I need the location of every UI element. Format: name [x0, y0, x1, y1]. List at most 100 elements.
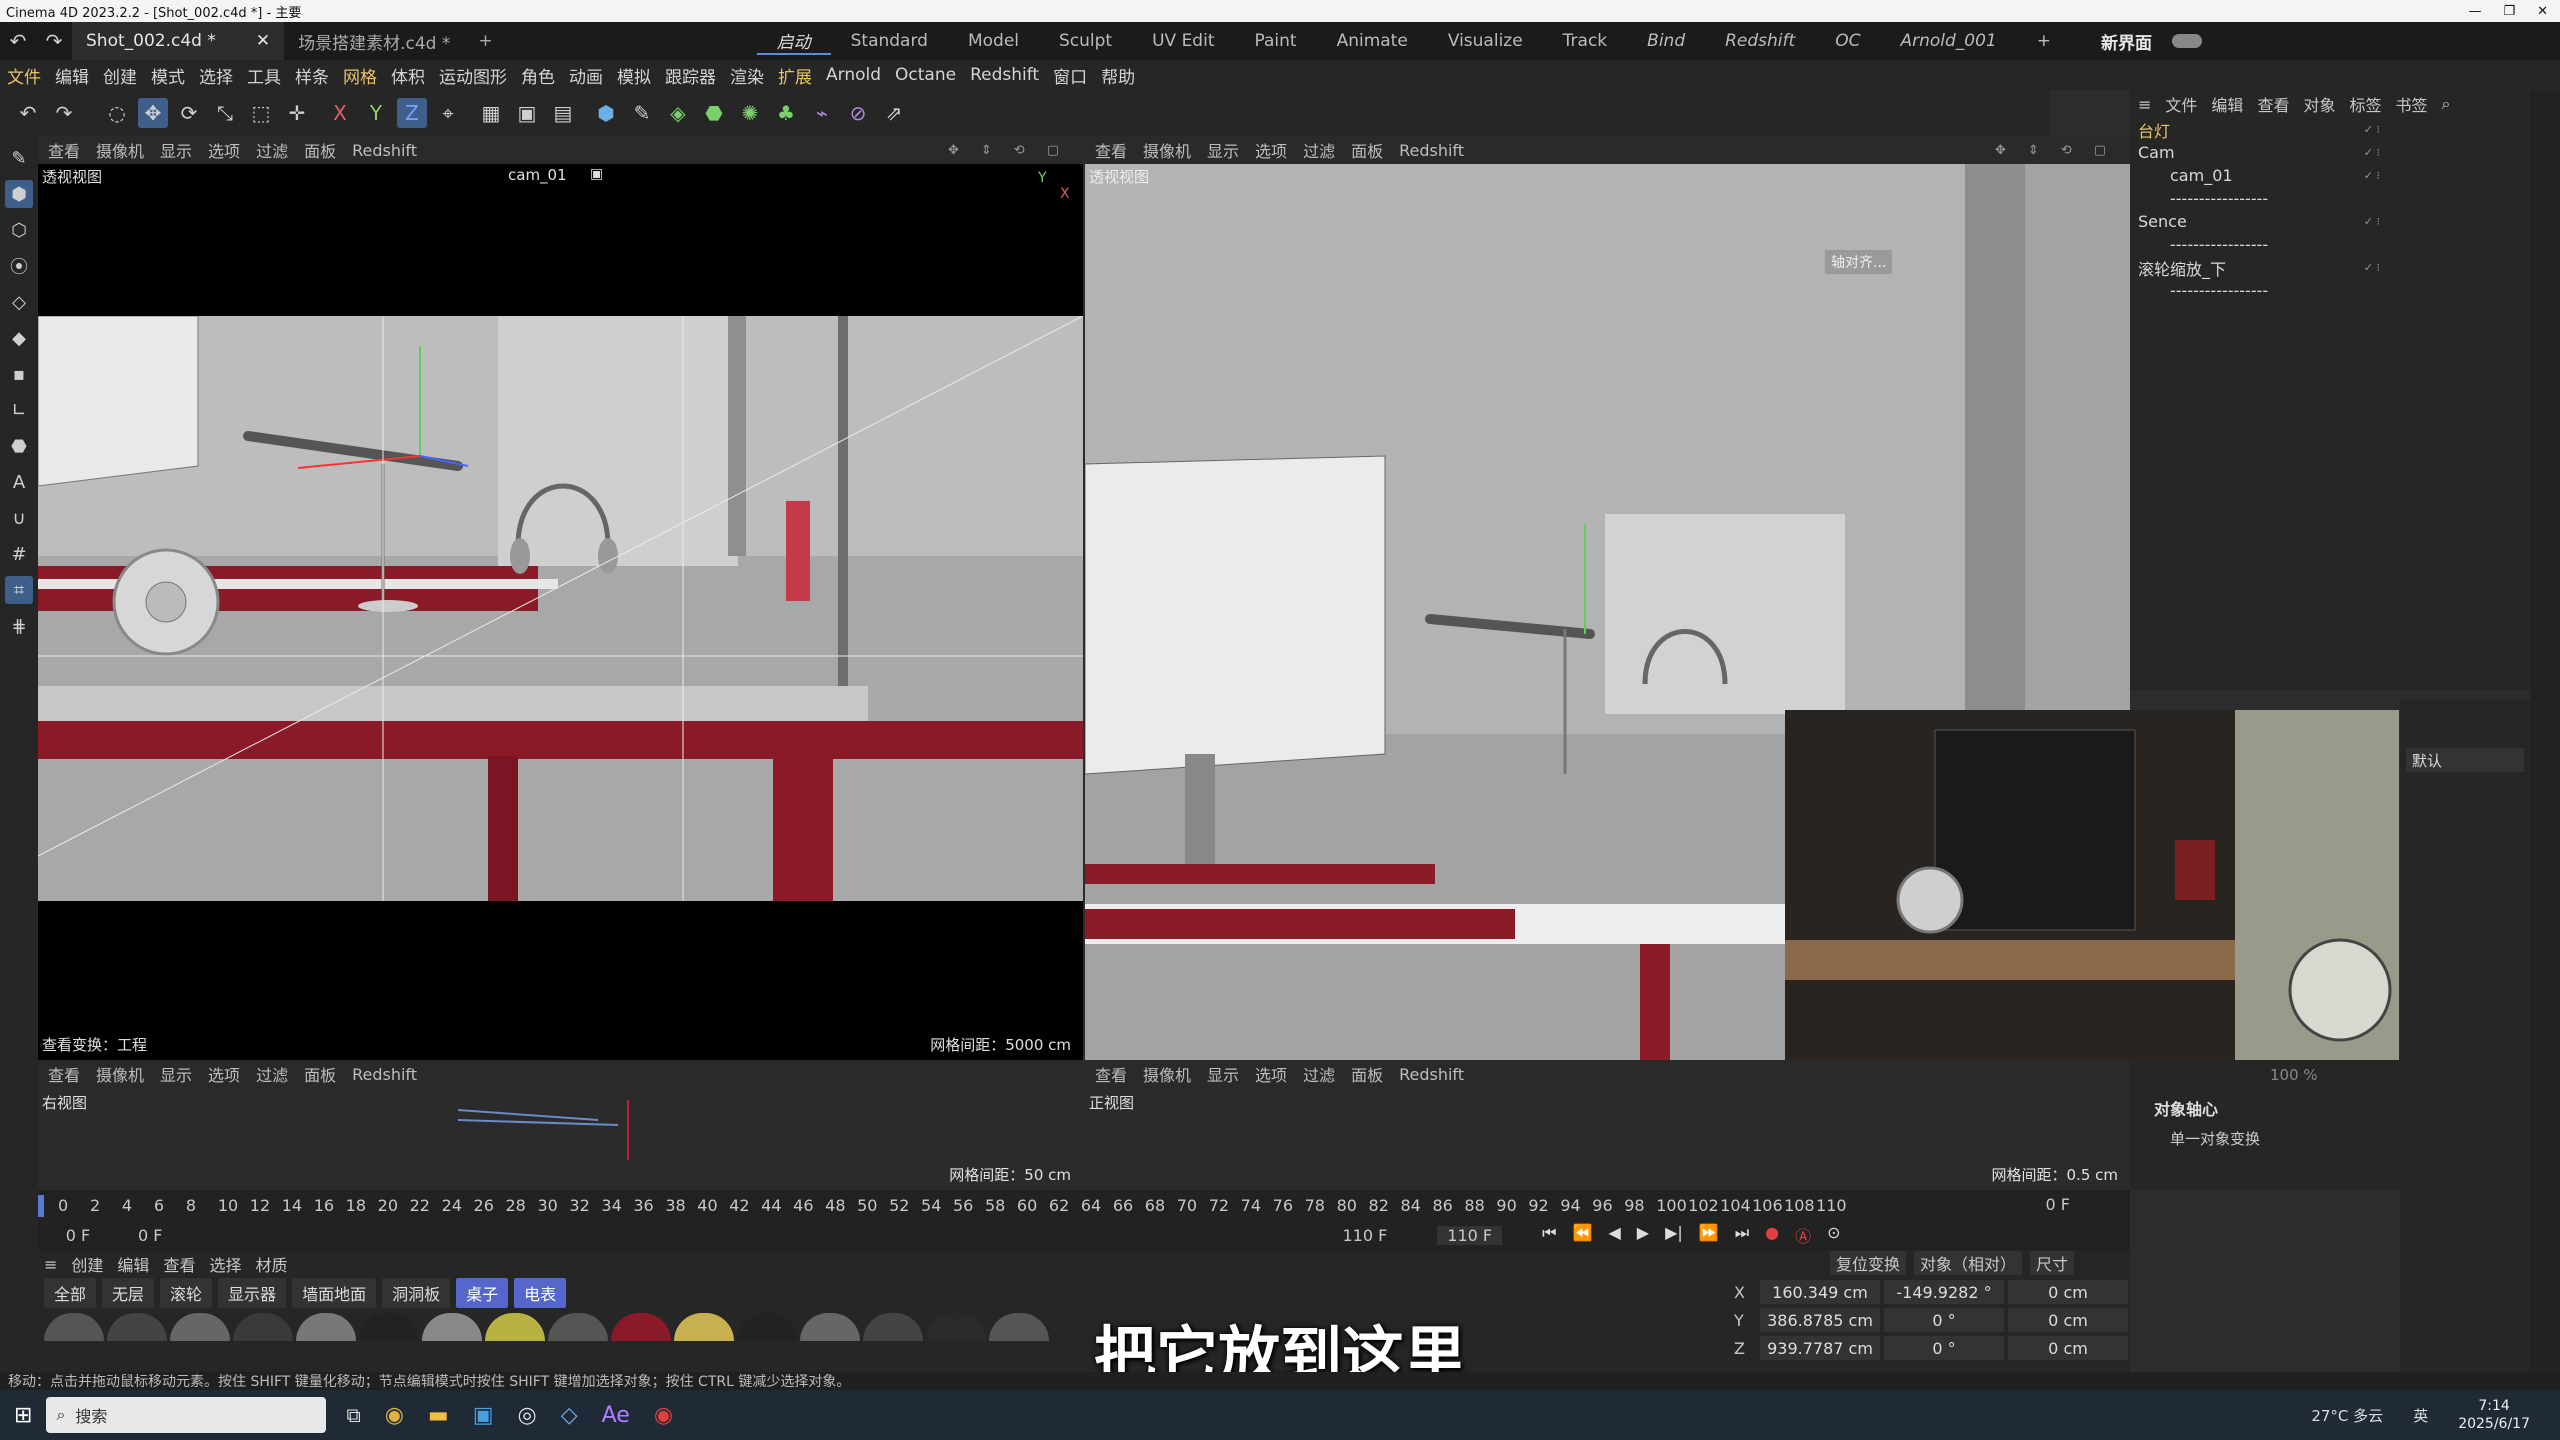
vp-menu-redshift[interactable]: Redshift: [352, 141, 417, 160]
object-row[interactable]: cam_01 ✓ ⁝: [2130, 164, 2530, 187]
menu-simulate[interactable]: 模拟: [610, 63, 658, 88]
magnet-icon[interactable]: ∪: [5, 504, 33, 532]
object-row[interactable]: 滚轮缩放_下 ✓ ⁝: [2130, 256, 2530, 279]
layout-model[interactable]: Model: [948, 31, 1039, 51]
auto-key-icon[interactable]: Ⓐ: [1795, 1223, 1811, 1247]
vp-menu-options[interactable]: 选项: [208, 1062, 240, 1086]
workplane-icon[interactable]: ⌗: [5, 576, 33, 604]
reset-transform-button[interactable]: 复位变换: [1830, 1251, 1907, 1275]
vp-menu-options[interactable]: 选项: [1255, 138, 1287, 162]
store-icon[interactable]: ▣: [473, 1403, 494, 1428]
x-axis-icon[interactable]: X: [325, 98, 355, 128]
next-frame-icon[interactable]: ▶|: [1665, 1223, 1683, 1247]
dolly-icon[interactable]: ⇕: [981, 143, 992, 158]
vp-menu-camera[interactable]: 摄像机: [1143, 1062, 1191, 1086]
layout-paint[interactable]: Paint: [1235, 31, 1317, 51]
pen-icon[interactable]: ✎: [627, 98, 657, 128]
menu-arnold[interactable]: Arnold: [819, 65, 888, 85]
object-row[interactable]: -----------------: [2130, 187, 2530, 210]
menu-create[interactable]: 创建: [96, 63, 144, 88]
menu-character[interactable]: 角色: [514, 63, 562, 88]
render-picture-viewer-icon[interactable]: ▣: [512, 98, 542, 128]
vp-menu-view[interactable]: 查看: [1095, 138, 1127, 162]
maximize-icon[interactable]: ▢: [2094, 143, 2106, 158]
menu-mograph[interactable]: 运动图形: [432, 63, 514, 88]
mat-tab-monitor[interactable]: 显示器: [218, 1278, 287, 1308]
menu-edit[interactable]: 编辑: [48, 63, 96, 88]
go-end-icon[interactable]: ⏭: [1735, 1223, 1749, 1247]
field-icon[interactable]: ⊘: [843, 98, 873, 128]
layout-track[interactable]: Track: [1543, 31, 1627, 51]
vp-menu-view[interactable]: 查看: [1095, 1062, 1127, 1086]
vp-menu-camera[interactable]: 摄像机: [1143, 138, 1191, 162]
mat-menu-select[interactable]: 选择: [209, 1252, 241, 1276]
coordinate-system-icon[interactable]: ⌖: [433, 98, 463, 128]
weather[interactable]: 27°C 多云: [2311, 1405, 2383, 1426]
taskbar-search[interactable]: ⌕ 搜索: [46, 1397, 327, 1433]
vp-menu-panel[interactable]: 面板: [1351, 138, 1383, 162]
pivot-section-title[interactable]: 对象轴心: [2154, 1096, 2400, 1120]
prev-key-icon[interactable]: ⏪: [1573, 1223, 1593, 1247]
y-axis-icon[interactable]: Y: [361, 98, 391, 128]
size-x-field[interactable]: 0 cm: [2008, 1280, 2128, 1304]
mat-tab-wheel[interactable]: 滚轮: [160, 1278, 213, 1308]
cube-icon[interactable]: ⬢: [591, 98, 621, 128]
point-mode-icon[interactable]: ⦿: [5, 252, 33, 280]
scale-icon[interactable]: ⤡: [210, 98, 240, 128]
vp-menu-view[interactable]: 查看: [48, 138, 80, 162]
object-row[interactable]: -----------------: [2130, 279, 2530, 302]
polygon-mode-icon[interactable]: ◆: [5, 324, 33, 352]
recorder-icon[interactable]: ◉: [654, 1403, 673, 1428]
tab-scene-materials[interactable]: 场景搭建素材.c4d *: [284, 22, 464, 60]
model-mode-icon[interactable]: ⬢: [5, 180, 33, 208]
play-icon[interactable]: ▶: [1637, 1223, 1649, 1247]
vp-menu-panel[interactable]: 面板: [1351, 1062, 1383, 1086]
layout-oc[interactable]: OC: [1815, 31, 1880, 51]
vp-menu-display[interactable]: 显示: [160, 1062, 192, 1086]
mat-tab-all[interactable]: 全部: [44, 1278, 97, 1308]
layout-standard[interactable]: Standard: [831, 31, 948, 51]
grid-snap-icon[interactable]: #: [5, 540, 33, 568]
pan-icon[interactable]: ✥: [1995, 143, 2006, 158]
vp-menu-options[interactable]: 选项: [1255, 1062, 1287, 1086]
rotate-icon[interactable]: ⟳: [174, 98, 204, 128]
menu-mode[interactable]: 模式: [144, 63, 192, 88]
om-menu-view[interactable]: 查看: [2257, 92, 2289, 116]
om-menu-edit[interactable]: 编辑: [2211, 92, 2243, 116]
chrome-icon[interactable]: ◉: [385, 1403, 404, 1428]
menu-octane[interactable]: Octane: [888, 65, 963, 85]
playhead[interactable]: [38, 1195, 44, 1217]
mesh-mode-icon[interactable]: ⬡: [5, 216, 33, 244]
max-frame-field[interactable]: 110 F: [1437, 1225, 1503, 1245]
menu-volume[interactable]: 体积: [384, 63, 432, 88]
text-tool-icon[interactable]: A: [5, 468, 33, 496]
minimize-icon[interactable]: —: [2468, 4, 2481, 19]
layout-visualize[interactable]: Visualize: [1428, 31, 1543, 51]
menu-help[interactable]: 帮助: [1094, 63, 1142, 88]
rotation-h-field[interactable]: -149.9282 °: [1884, 1280, 2004, 1304]
transform-icon[interactable]: ⬚: [246, 98, 276, 128]
start-frame-field[interactable]: 0 F: [138, 1226, 162, 1245]
om-menu-icon[interactable]: ≡: [2138, 95, 2151, 114]
vp-menu-camera[interactable]: 摄像机: [96, 1062, 144, 1086]
cloner-icon[interactable]: ✺: [735, 98, 765, 128]
mat-menu-icon[interactable]: ≡: [44, 1255, 57, 1274]
axis-icon[interactable]: ✛: [282, 98, 312, 128]
external-icon[interactable]: ⇗: [879, 98, 909, 128]
menu-render[interactable]: 渲染: [723, 63, 771, 88]
ime-lang[interactable]: 英: [2413, 1405, 2428, 1426]
layout-animate[interactable]: Animate: [1317, 31, 1428, 51]
menu-select[interactable]: 选择: [192, 63, 240, 88]
object-row[interactable]: -----------------: [2130, 233, 2530, 256]
vp-menu-filter[interactable]: 过滤: [256, 138, 288, 162]
mat-menu-edit[interactable]: 编辑: [117, 1252, 149, 1276]
menu-animation[interactable]: 动画: [562, 63, 610, 88]
single-object-transform-option[interactable]: 单一对象变换: [2170, 1128, 2400, 1149]
menu-window[interactable]: 窗口: [1046, 63, 1094, 88]
move-icon[interactable]: ✥: [138, 98, 168, 128]
vp-menu-panel[interactable]: 面板: [304, 138, 336, 162]
object-row[interactable]: 台灯 ✓ ⁝: [2130, 118, 2530, 141]
layout-sculpt[interactable]: Sculpt: [1039, 31, 1132, 51]
windows-start-icon[interactable]: ⊞: [14, 1403, 32, 1428]
object-relative-dropdown[interactable]: 对象（相对）: [1914, 1251, 2023, 1275]
